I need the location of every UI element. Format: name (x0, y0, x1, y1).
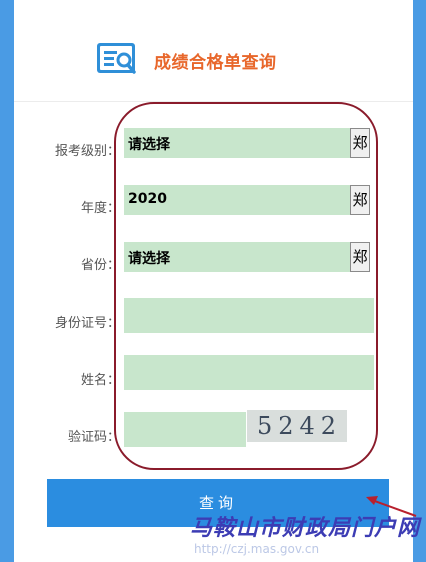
level-label: 报考级别： (54, 144, 120, 159)
captcha-input[interactable] (124, 412, 246, 447)
annotation-arrow-icon (366, 496, 417, 517)
year-select[interactable]: 2020 郑 (124, 185, 370, 215)
year-dropdown-button[interactable]: 郑 (350, 185, 370, 215)
year-select-value: 2020 (128, 191, 167, 207)
captcha-image[interactable]: 5242 (247, 410, 347, 442)
year-label: 年度： (80, 201, 120, 216)
page-title: 成绩合格单查询 (154, 53, 277, 73)
id-number-input[interactable] (124, 298, 374, 333)
province-select-value: 请选择 (128, 251, 170, 267)
province-dropdown-button[interactable]: 郑 (350, 242, 370, 272)
search-document-icon (97, 43, 136, 74)
level-dropdown-button[interactable]: 郑 (350, 128, 370, 158)
name-input[interactable] (124, 355, 374, 390)
query-panel: 成绩合格单查询 报考级别： 请选择 郑 年度： 2020 郑 省份： 请选择 郑… (14, 0, 413, 562)
id-number-label: 身份证号： (54, 316, 120, 331)
level-select[interactable]: 请选择 郑 (124, 128, 370, 158)
name-label: 姓名： (80, 373, 120, 388)
captcha-image-text: 5242 (257, 412, 343, 440)
query-button[interactable]: 查询 (47, 479, 389, 527)
captcha-label: 验证码： (67, 430, 120, 445)
level-select-value: 请选择 (128, 137, 170, 153)
province-label: 省份： (80, 258, 120, 273)
province-select[interactable]: 请选择 郑 (124, 242, 370, 272)
panel-header: 成绩合格单查询 (14, 0, 413, 102)
